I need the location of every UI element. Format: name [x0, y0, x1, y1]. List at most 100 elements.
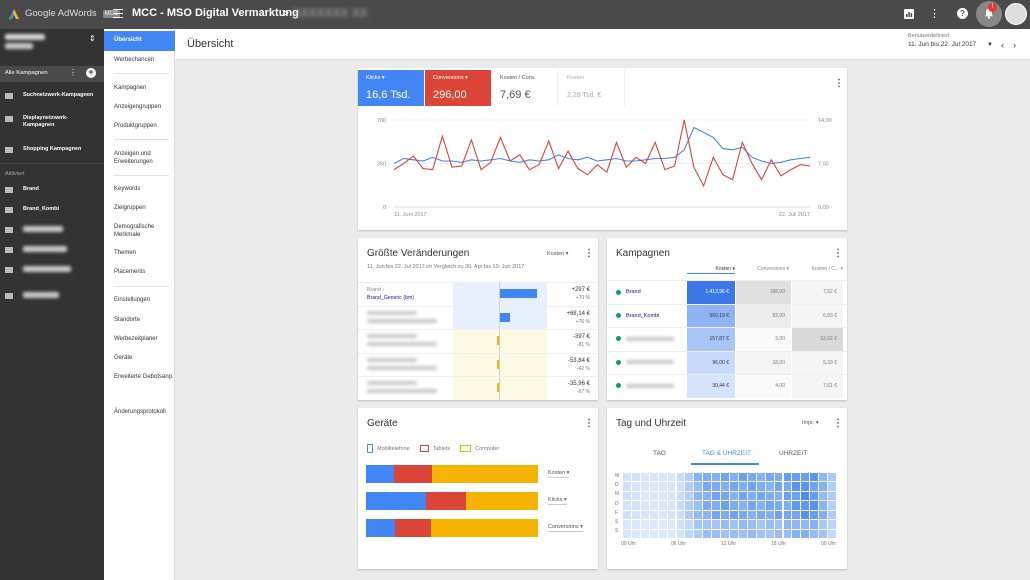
metric-dropdown[interactable]: Impr. ▾ — [802, 420, 819, 426]
nav-item[interactable]: Zielgruppen — [114, 205, 174, 213]
heatmap-cell — [828, 473, 836, 482]
device-metric-dropdown[interactable]: Kosten ▾ — [548, 470, 570, 478]
metric-conversions[interactable]: Conversions ▾ 296,00 — [425, 70, 491, 106]
nav-item[interactable]: Anzeigengruppen — [114, 104, 174, 112]
sidebar-item-search[interactable]: Suchnetzwerk-Kampagnen — [5, 92, 93, 99]
all-campaigns-row[interactable]: Alle Kampagnen ⋮ + — [0, 66, 104, 82]
sort-dropdown[interactable]: Kosten ▾ — [547, 251, 568, 257]
sidebar-item-blurred[interactable] — [5, 266, 71, 273]
more-options-icon[interactable]: ⋮ — [69, 68, 77, 77]
change-row[interactable]: -397 € -81 % — [358, 329, 598, 353]
sidebar-item-brand-kombi[interactable]: Brand_Kombi — [5, 206, 59, 213]
column-header-kosten-conv[interactable]: Kosten / C... ▾ — [791, 266, 843, 272]
heatmap-cell — [774, 491, 783, 501]
campaign-name — [616, 383, 674, 388]
more-options-icon[interactable]: ⋮ — [584, 418, 594, 429]
more-options-icon[interactable]: ⋮ — [833, 248, 843, 259]
help-icon[interactable]: ? — [957, 8, 968, 19]
nav-item[interactable]: Werbechancen — [114, 57, 174, 65]
campaign-row[interactable]: 157,87 €3,00 52,62 € — [607, 327, 847, 351]
prev-period-icon[interactable]: ‹ — [1001, 40, 1004, 50]
date-dropdown-icon[interactable]: ▼ — [987, 42, 993, 48]
device-metric-dropdown[interactable]: Klicks ▾ — [548, 497, 567, 505]
nav-item[interactable]: Placements — [114, 269, 174, 277]
column-header-conversions[interactable]: Conversions ▾ — [737, 266, 789, 272]
nav-item[interactable]: Anzeigen und Erweiterungen — [114, 151, 174, 166]
more-options-icon[interactable]: ⋮ — [833, 418, 843, 429]
column-header-kosten[interactable]: Kosten ▾ — [687, 266, 735, 274]
nav-item[interactable]: Keywords — [114, 186, 174, 194]
nav-item[interactable]: Kampagnen — [114, 85, 174, 93]
nav-item[interactable]: Einstellungen — [114, 297, 174, 305]
heatmap-cell — [694, 491, 703, 501]
heatmap-cell — [703, 473, 712, 482]
campaign-link[interactable]: Brand_Generic (bm) — [367, 295, 414, 301]
sidebar-item-blurred[interactable] — [5, 292, 59, 299]
cell-conversions: 82,00 — [736, 304, 791, 328]
change-row[interactable]: -35,96 € -67 % — [358, 376, 598, 400]
heatmap-cell — [712, 491, 721, 501]
sidebar-item-display[interactable]: Displaynetzwerk-Kampagnen — [5, 115, 73, 129]
heatmap-cell — [623, 473, 631, 482]
heatmap-cell — [774, 501, 783, 510]
heatmap-cell — [783, 529, 792, 538]
nav-item[interactable]: Demografische Merkmale — [114, 224, 174, 239]
dropdown-icon[interactable]: ▾ — [382, 75, 385, 81]
heatmap-cell — [667, 501, 676, 510]
avatar[interactable] — [1005, 3, 1027, 25]
hour-label: 18 Uhr — [771, 541, 787, 547]
campaign-row[interactable]: 96,00 €18,00 5,33 € — [607, 350, 847, 375]
heatmap-cell — [810, 491, 819, 501]
nav-item[interactable]: Produktgruppen — [114, 123, 174, 131]
account-selector[interactable]: XXXXXXXXXX ⇕ — [5, 34, 96, 51]
metric-kosten-conv[interactable]: Kosten / Conv. 7,69 € — [492, 70, 558, 106]
more-menu-icon[interactable]: ⋮ — [929, 7, 940, 20]
dropdown-icon[interactable]: ▾ — [465, 75, 468, 81]
campaign-link[interactable]: Brand_Kombi — [626, 313, 659, 319]
sidebar-item-blurred[interactable] — [5, 246, 67, 253]
metric-kosten[interactable]: Kosten 2,28 Tsd. € — [559, 70, 625, 106]
next-period-icon[interactable]: › — [1013, 40, 1016, 50]
adwords-logo[interactable]: Google AdWords MCC — [8, 7, 121, 20]
comparison-range: 11. Jun bis 22. Jul 2017 im Vergleich zu… — [367, 264, 525, 270]
tab-tag[interactable]: TAG — [653, 450, 666, 457]
breadcrumb[interactable]: > XXXXXXX XX — [282, 6, 368, 20]
campaign-row[interactable]: 30,44 €4,00 7,61 € — [607, 374, 847, 398]
change-row[interactable]: -53,84 € -42 % — [358, 352, 598, 377]
zero-line — [499, 377, 500, 400]
nav-item[interactable]: Geräte — [114, 355, 174, 363]
change-row[interactable]: Brand › Brand_Generic (bm) +297 € +70 % — [358, 282, 598, 306]
more-options-icon[interactable]: ⋮ — [834, 78, 844, 89]
campaign-row[interactable]: Brand_Kombi 560,19 €82,00 6,83 € — [607, 303, 847, 328]
heatmap-cell — [658, 491, 667, 501]
tab-uhrzeit[interactable]: UHRZEIT — [779, 450, 807, 457]
tab-tag-und-uhrzeit[interactable]: TAG & UHRZEIT — [702, 450, 751, 457]
nav-item[interactable]: Änderungsprotokoll — [114, 409, 174, 417]
more-options-icon[interactable]: ⋮ — [584, 248, 594, 259]
sidebar-item-blurred[interactable] — [5, 226, 63, 233]
cell-kosten-conv: 6,83 € — [792, 304, 843, 328]
nav-item-uebersicht[interactable]: Übersicht — [104, 31, 175, 51]
nav-item[interactable]: Erweiterte Gebotsanp. — [114, 374, 174, 382]
sidebar-item-shopping[interactable]: Shopping Kampagnen — [5, 146, 81, 153]
change-row[interactable]: +68,14 € +76 % — [358, 305, 598, 330]
heatmap-cell — [756, 482, 765, 491]
account-name[interactable]: MCC - MSO Digital Vermarktung — [132, 7, 299, 19]
sidebar-item-brand[interactable]: Brand — [5, 186, 39, 193]
campaign-link[interactable]: Brand — [626, 289, 641, 295]
heatmap-cell — [649, 491, 658, 501]
heatmap-cell — [712, 473, 721, 482]
mobile-icon — [367, 444, 373, 453]
series-line-klicks — [393, 126, 811, 165]
nav-item[interactable]: Standorte — [114, 317, 174, 325]
reports-icon[interactable] — [904, 9, 914, 19]
menu-icon[interactable] — [113, 9, 123, 18]
metric-klicks[interactable]: Klicks ▾ 16,6 Tsd. — [358, 70, 424, 106]
device-metric-dropdown[interactable]: Conversions ▾ — [548, 524, 583, 532]
nav-item[interactable]: Werbezeitplaner — [114, 336, 174, 344]
add-campaign-icon[interactable]: + — [86, 68, 96, 78]
date-range-picker[interactable]: Benutzerdefiniert 11. Jun bis 22. Jul 20… — [908, 33, 976, 48]
expand-icon[interactable]: ⇕ — [89, 34, 96, 43]
nav-item[interactable]: Themen — [114, 250, 174, 258]
campaign-row[interactable]: Brand 1.413,96 €188,00 7,52 € — [607, 280, 847, 304]
